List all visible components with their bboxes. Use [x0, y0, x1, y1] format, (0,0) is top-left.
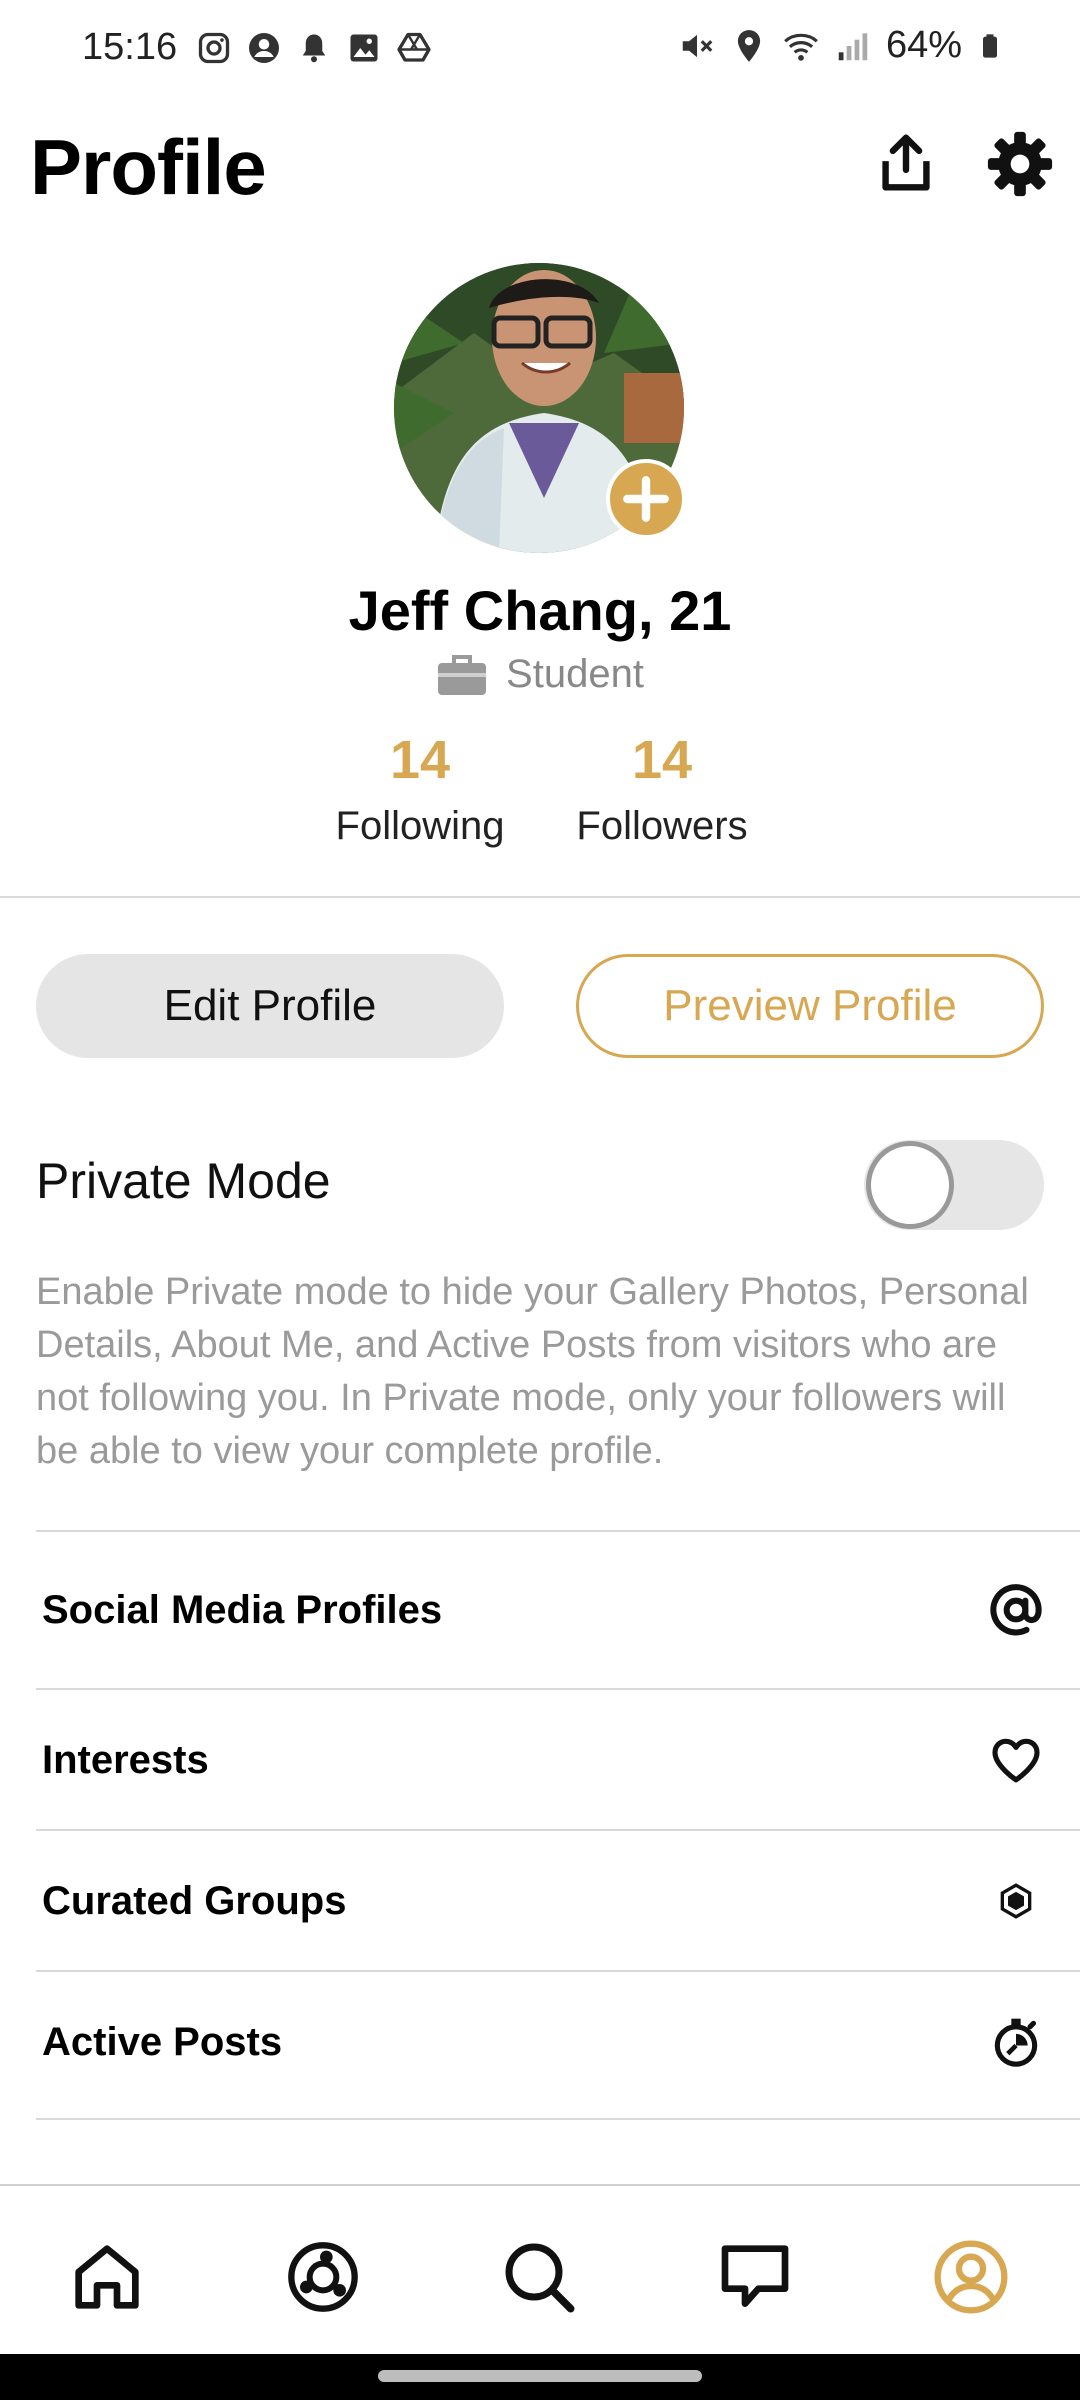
plus-icon: [623, 476, 669, 522]
mute-icon: [682, 34, 713, 57]
occupation: Student: [0, 652, 1080, 697]
page-title: Profile: [30, 123, 267, 211]
nav-profile[interactable]: [926, 2232, 1016, 2322]
home-gesture-handle[interactable]: [378, 2370, 702, 2382]
following-count: 14: [389, 730, 451, 790]
at-icon: [984, 1578, 1048, 1642]
status-bar: 15:16 64%: [0, 0, 1080, 100]
following-stat[interactable]: 14 Following: [310, 730, 530, 849]
nav-home[interactable]: [62, 2232, 152, 2322]
wifi-icon: [784, 33, 818, 61]
account-circle-icon: [249, 33, 279, 63]
briefcase-icon: [438, 654, 487, 695]
share-button[interactable]: [866, 124, 946, 204]
add-photo-button[interactable]: [606, 459, 686, 539]
chat-icon: [721, 2245, 789, 2307]
followers-stat[interactable]: 14 Followers: [552, 730, 772, 849]
toggle-knob: [866, 1141, 954, 1229]
battery-percent: 64%: [885, 24, 962, 66]
heart-icon: [984, 1728, 1048, 1792]
menu-divider: [36, 2118, 1080, 2120]
occupation-label: Student: [506, 652, 644, 696]
edit-profile-button[interactable]: Edit Profile: [36, 954, 504, 1058]
bell-icon: [302, 34, 326, 63]
private-mode-label: Private Mode: [36, 1153, 331, 1209]
instagram-icon: [198, 32, 230, 64]
nav-search[interactable]: [494, 2232, 584, 2322]
share-icon: [882, 134, 930, 191]
private-mode-toggle[interactable]: [864, 1140, 1044, 1230]
nav-chat[interactable]: [710, 2232, 800, 2322]
stopwatch-icon: [984, 2010, 1048, 2074]
menu-item-social-media-profiles[interactable]: Social Media Profiles: [36, 1540, 1080, 1680]
menu-item-curated-groups[interactable]: Curated Groups: [36, 1831, 1080, 1971]
home-icon: [75, 2245, 139, 2309]
menu-divider: [36, 1530, 1080, 1532]
notification-icons: [196, 30, 432, 66]
menu-item-active-posts[interactable]: Active Posts: [36, 1972, 1080, 2112]
battery-icon: [983, 33, 997, 58]
system-icons: 64%: [678, 24, 1004, 67]
avatar-container[interactable]: [394, 263, 686, 553]
section-divider: [0, 896, 1080, 898]
location-icon: [737, 29, 761, 62]
preview-profile-button[interactable]: Preview Profile: [576, 954, 1044, 1058]
followers-count: 14: [631, 730, 693, 790]
gear-icon: [987, 131, 1053, 197]
status-time: 15:16: [82, 26, 178, 68]
search-icon: [505, 2243, 575, 2313]
private-mode-description: Enable Private mode to hide your Gallery…: [36, 1271, 1029, 1472]
following-label: Following: [335, 804, 505, 848]
settings-button[interactable]: [980, 124, 1060, 204]
profile-name: Jeff Chang, 21: [348, 579, 732, 642]
menu-item-label: Curated Groups: [42, 1878, 347, 1923]
image-icon: [350, 34, 378, 62]
signal-icon: [838, 32, 868, 60]
profile-icon: [934, 2240, 1008, 2314]
explore-icon: [288, 2242, 358, 2312]
menu-item-label: Active Posts: [42, 2019, 283, 2064]
nav-explore[interactable]: [278, 2232, 368, 2322]
menu-item-interests[interactable]: Interests: [36, 1690, 1080, 1830]
menu-item-label: Social Media Profiles: [42, 1587, 443, 1632]
gesture-bar: [0, 2354, 1080, 2400]
followers-label: Followers: [576, 804, 748, 848]
menu-item-label: Interests: [42, 1737, 209, 1782]
hexagon-icon: [984, 1869, 1048, 1933]
drive-icon: [397, 32, 431, 62]
bottom-navigation: [0, 2184, 1080, 2356]
